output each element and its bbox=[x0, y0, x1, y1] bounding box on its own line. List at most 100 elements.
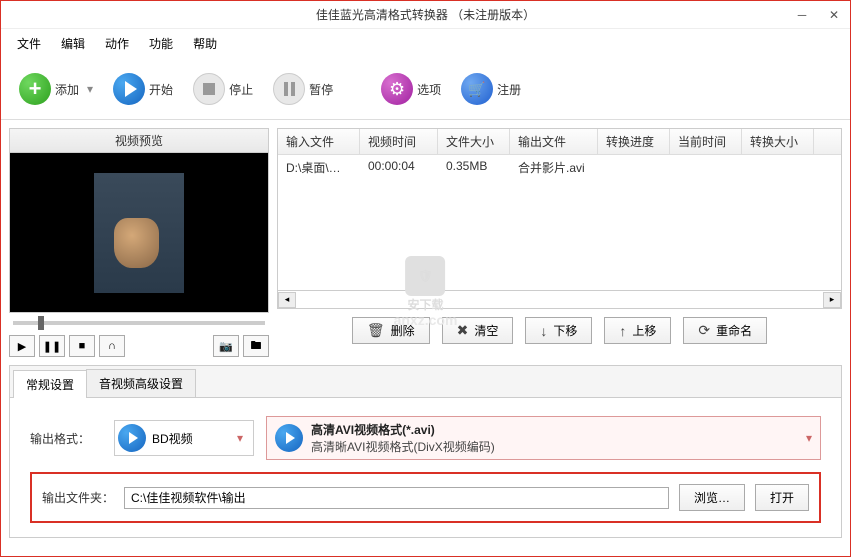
tab-advanced[interactable]: 音视频高级设置 bbox=[86, 369, 196, 397]
close-button[interactable]: ✕ bbox=[818, 1, 850, 29]
video-thumbnail bbox=[94, 173, 184, 293]
player-play-button[interactable]: ▶ bbox=[9, 335, 35, 357]
down-label: 下移 bbox=[553, 322, 577, 339]
preview-title: 视频预览 bbox=[9, 128, 269, 153]
rename-label: 重命名 bbox=[716, 322, 752, 339]
add-label: 添加 bbox=[55, 81, 79, 98]
chevron-down-icon: ▾ bbox=[237, 431, 243, 445]
menu-help[interactable]: 帮助 bbox=[185, 31, 225, 56]
player-controls: ▶ ❚❚ ■ ∩ 📷 🖿 bbox=[9, 335, 269, 357]
col-duration[interactable]: 视频时间 bbox=[360, 129, 438, 154]
start-button[interactable]: 开始 bbox=[107, 69, 179, 109]
player-stop-button[interactable]: ■ bbox=[69, 335, 95, 357]
seek-thumb[interactable] bbox=[38, 316, 44, 330]
gear-icon bbox=[381, 73, 413, 105]
play-icon bbox=[113, 73, 145, 105]
menu-action[interactable]: 动作 bbox=[97, 31, 137, 56]
chevron-down-icon: ▾ bbox=[806, 431, 812, 445]
rename-icon: ⟳ bbox=[698, 322, 710, 339]
cell-duration: 00:00:04 bbox=[360, 157, 438, 178]
horizontal-scrollbar[interactable]: ◂ ▸ bbox=[277, 291, 842, 309]
folder-button[interactable]: 🖿 bbox=[243, 335, 269, 357]
list-panel: 输入文件 视频时间 文件大小 输出文件 转换进度 当前时间 转换大小 D:\桌面… bbox=[277, 128, 842, 357]
cell-input: D:\桌面\说… bbox=[278, 157, 360, 178]
output-folder-label: 输出文件夹： bbox=[42, 489, 114, 506]
stop-label: 停止 bbox=[229, 81, 253, 98]
col-input[interactable]: 输入文件 bbox=[278, 129, 360, 154]
format-detail-select[interactable]: 高清AVI视频格式(*.avi) 高清晰AVI视频格式(DivX视频编码) ▾ bbox=[266, 416, 821, 460]
clear-button[interactable]: ✖ 清空 bbox=[442, 317, 514, 344]
player-loop-button[interactable]: ∩ bbox=[99, 335, 125, 357]
main-area: 视频预览 ▶ ❚❚ ■ ∩ 📷 🖿 输入文件 视频时间 文件大小 输出文件 bbox=[1, 120, 850, 365]
output-format-row: 输出格式： BD视频 ▾ 高清AVI视频格式(*.avi) 高清晰AVI视频格式… bbox=[30, 416, 821, 460]
register-button[interactable]: 注册 bbox=[455, 69, 527, 109]
format-subtitle: 高清晰AVI视频格式(DivX视频编码) bbox=[311, 438, 806, 455]
settings-panel: 常规设置 音视频高级设置 输出格式： BD视频 ▾ 高清AVI视频格式(*.av… bbox=[9, 365, 842, 538]
x-icon: ✖ bbox=[457, 322, 469, 339]
seek-bar[interactable] bbox=[9, 313, 269, 333]
toolbar: 添加 ▾ 开始 停止 暂停 选项 注册 bbox=[1, 59, 850, 120]
video-preview bbox=[9, 153, 269, 313]
clear-label: 清空 bbox=[474, 322, 498, 339]
cell-convsize bbox=[742, 157, 814, 178]
cell-output: 合并影片.avi bbox=[510, 157, 598, 178]
table-header: 输入文件 视频时间 文件大小 输出文件 转换进度 当前时间 转换大小 bbox=[278, 129, 841, 155]
format-title: 高清AVI视频格式(*.avi) bbox=[311, 421, 806, 438]
col-current[interactable]: 当前时间 bbox=[670, 129, 742, 154]
window-controls: ─ ✕ bbox=[786, 1, 850, 29]
register-label: 注册 bbox=[497, 81, 521, 98]
options-button[interactable]: 选项 bbox=[375, 69, 447, 109]
tabs: 常规设置 音视频高级设置 bbox=[10, 366, 841, 398]
pause-icon bbox=[273, 73, 305, 105]
cell-size: 0.35MB bbox=[438, 157, 510, 178]
menu-file[interactable]: 文件 bbox=[9, 31, 49, 56]
format-detail: 高清AVI视频格式(*.avi) 高清晰AVI视频格式(DivX视频编码) bbox=[311, 421, 806, 455]
options-label: 选项 bbox=[417, 81, 441, 98]
stop-icon bbox=[193, 73, 225, 105]
titlebar: 佳佳蓝光高清格式转换器 （未注册版本） ─ ✕ bbox=[1, 1, 850, 29]
tab-content: 输出格式： BD视频 ▾ 高清AVI视频格式(*.avi) 高清晰AVI视频格式… bbox=[10, 398, 841, 537]
minimize-button[interactable]: ─ bbox=[786, 1, 818, 29]
open-button[interactable]: 打开 bbox=[755, 484, 809, 511]
cell-current bbox=[670, 157, 742, 178]
add-button[interactable]: 添加 ▾ bbox=[13, 69, 99, 109]
start-label: 开始 bbox=[149, 81, 173, 98]
arrow-up-icon: ↑ bbox=[619, 323, 626, 339]
tab-general[interactable]: 常规设置 bbox=[13, 370, 87, 398]
delete-label: 删除 bbox=[391, 322, 415, 339]
menubar: 文件 编辑 动作 功能 帮助 bbox=[1, 29, 850, 59]
player-pause-button[interactable]: ❚❚ bbox=[39, 335, 65, 357]
output-folder-row: 输出文件夹： 浏览… 打开 bbox=[30, 472, 821, 523]
move-down-button[interactable]: ↓ 下移 bbox=[525, 317, 592, 344]
stop-button[interactable]: 停止 bbox=[187, 69, 259, 109]
window-title: 佳佳蓝光高清格式转换器 （未注册版本） bbox=[316, 6, 535, 23]
file-table: 输入文件 视频时间 文件大小 输出文件 转换进度 当前时间 转换大小 D:\桌面… bbox=[277, 128, 842, 291]
col-output[interactable]: 输出文件 bbox=[510, 129, 598, 154]
table-row[interactable]: D:\桌面\说… 00:00:04 0.35MB 合并影片.avi bbox=[278, 155, 841, 180]
pause-button[interactable]: 暂停 bbox=[267, 69, 339, 109]
delete-button[interactable]: 🗑 删除 bbox=[352, 317, 430, 344]
browse-button[interactable]: 浏览… bbox=[679, 484, 745, 511]
cell-progress bbox=[598, 157, 670, 178]
pause-label: 暂停 bbox=[309, 81, 333, 98]
move-up-button[interactable]: ↑ 上移 bbox=[604, 317, 671, 344]
menu-function[interactable]: 功能 bbox=[141, 31, 181, 56]
col-convsize[interactable]: 转换大小 bbox=[742, 129, 814, 154]
scroll-right-button[interactable]: ▸ bbox=[823, 292, 841, 308]
seek-track bbox=[13, 321, 265, 325]
scroll-left-button[interactable]: ◂ bbox=[278, 292, 296, 308]
col-progress[interactable]: 转换进度 bbox=[598, 129, 670, 154]
output-folder-input[interactable] bbox=[124, 487, 669, 509]
rename-button[interactable]: ⟳ 重命名 bbox=[683, 317, 767, 344]
play-circle-icon bbox=[275, 424, 303, 452]
disc-play-icon bbox=[118, 424, 146, 452]
list-actions: 🗑 删除 ✖ 清空 ↓ 下移 ↑ 上移 ⟳ 重命名 bbox=[277, 309, 842, 352]
snapshot-button[interactable]: 📷 bbox=[213, 335, 239, 357]
up-label: 上移 bbox=[632, 322, 656, 339]
menu-edit[interactable]: 编辑 bbox=[53, 31, 93, 56]
col-size[interactable]: 文件大小 bbox=[438, 129, 510, 154]
format-category-select[interactable]: BD视频 ▾ bbox=[114, 420, 254, 456]
output-format-label: 输出格式： bbox=[30, 430, 102, 447]
preview-panel: 视频预览 ▶ ❚❚ ■ ∩ 📷 🖿 bbox=[9, 128, 269, 357]
arrow-down-icon: ↓ bbox=[540, 323, 547, 339]
